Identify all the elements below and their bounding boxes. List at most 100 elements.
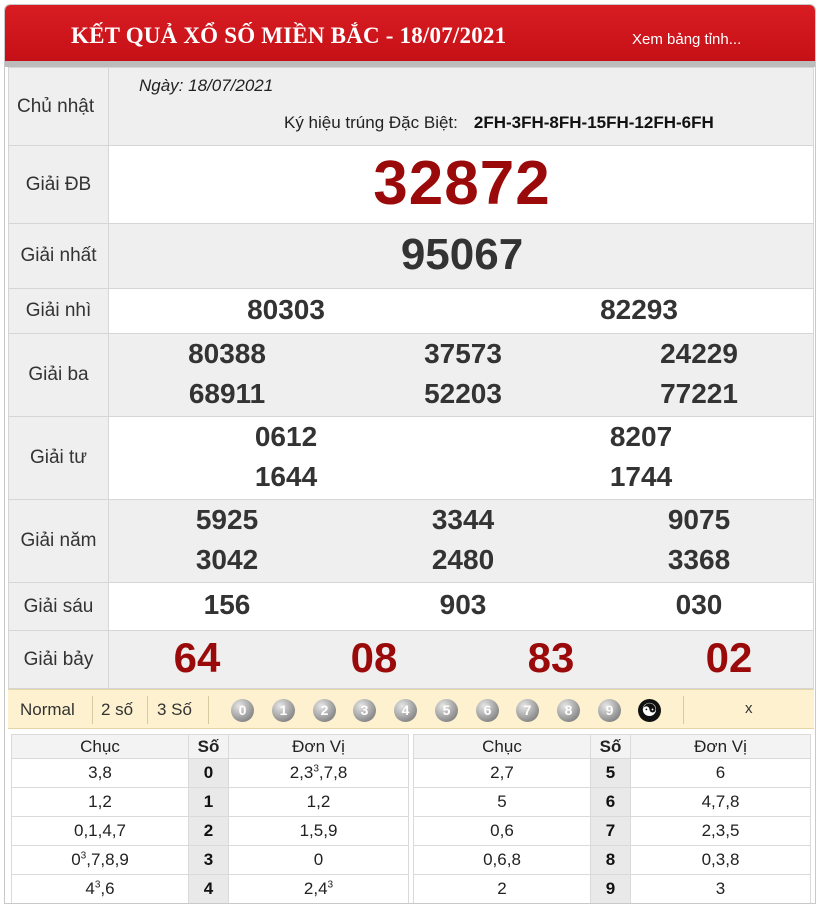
view-province-link[interactable]: Xem bảng tỉnh... (632, 31, 741, 48)
prize-label-6: Giải sáu (8, 582, 109, 631)
loto-donvi-cell: 4,7,8 (630, 787, 811, 817)
prize-number-6b: 903 (439, 589, 487, 620)
prize-values-4: 0612 8207 1644 1744 (108, 416, 814, 500)
prize-values-6: 156 903 030 (108, 582, 814, 631)
filter-normal[interactable]: Normal (20, 700, 75, 720)
prize-number-5c: 9075 (667, 504, 731, 535)
loto-so-cell: 8 (590, 845, 631, 875)
digit-ball-2[interactable]: 2 (313, 699, 336, 722)
prize-number-3b: 37573 (424, 338, 502, 369)
prize-row-4: Giải tư 0612 8207 1644 1744 (8, 416, 814, 500)
loto-header-donvi: Đơn Vị (630, 734, 811, 759)
prize-row-2: Giải nhì 80303 82293 (8, 288, 814, 334)
loto-chuc-cell: 0,1,4,7 (11, 816, 189, 846)
loto-header-chuc: Chục (413, 734, 591, 759)
prize-label-7: Giải bảy (8, 630, 109, 689)
prize-number-3a: 80388 (188, 338, 266, 369)
loto-chuc-cell: 3,8 (11, 758, 189, 788)
prize-number-1: 95067 (400, 230, 524, 279)
loto-chuc-cell: 2,7 (413, 758, 591, 788)
digit-ball-0[interactable]: 0 (231, 699, 254, 722)
count-superscript: 3 (80, 850, 87, 862)
digit-ball-3[interactable]: 3 (353, 699, 376, 722)
filter-divider (92, 696, 93, 724)
close-icon[interactable]: x (745, 700, 753, 717)
prize-label-2: Giải nhì (8, 288, 109, 334)
loto-right-body: 2,7 5 6 5 6 4,7,8 0,6 7 2,3,5 0,6,8 8 0,3,8 2 9 3 (413, 758, 811, 903)
digit-ball-4[interactable]: 4 (394, 699, 417, 722)
yin-yang-icon[interactable]: ☯ (638, 699, 661, 722)
prize-number-4d: 1744 (609, 461, 673, 492)
prize-number-4c: 1644 (254, 461, 318, 492)
loto-header-so: Số (590, 734, 631, 759)
loto-row: 43,6 4 2,43 (11, 874, 409, 903)
prize-label-3: Giải ba (8, 333, 109, 417)
prize-values-5: 5925 3344 9075 3042 2480 3368 (108, 499, 814, 583)
filter-3-so[interactable]: 3 Số (157, 700, 192, 720)
prize-number-7a: 64 (173, 634, 221, 681)
prize-row-3: Giải ba 80388 37573 24229 68911 52203 77… (8, 333, 814, 417)
loto-chuc-cell: 0,6,8 (413, 845, 591, 875)
filter-divider (208, 696, 209, 724)
filter-divider (683, 696, 684, 724)
loto-donvi-cell: 6 (630, 758, 811, 788)
digit-ball-7[interactable]: 7 (516, 699, 539, 722)
info-cell: Ngày: 18/07/2021 Ký hiệu trúng Đặc Biệt:… (108, 67, 814, 146)
digit-ball-9[interactable]: 9 (598, 699, 621, 722)
loto-row: 2,7 5 6 (413, 758, 811, 788)
prize-number-7c: 83 (527, 634, 575, 681)
prize-values-3: 80388 37573 24229 68911 52203 77221 (108, 333, 814, 417)
prize-label-4: Giải tư (8, 416, 109, 500)
digit-ball-5[interactable]: 5 (435, 699, 458, 722)
loto-donvi-cell: 2,3,5 (630, 816, 811, 846)
loto-so-cell: 4 (188, 874, 229, 903)
prize-values-1: 95067 (108, 223, 814, 289)
prize-number-db: 32872 (373, 149, 551, 218)
loto-row: 0,6,8 8 0,3,8 (413, 845, 811, 875)
loto-header-row: Chục Số Đơn Vị (11, 734, 409, 759)
prize-number-4a: 0612 (254, 421, 318, 452)
special-code-label: Ký hiệu trúng Đặc Biệt: (284, 113, 458, 132)
loto-header-row: Chục Số Đơn Vị (413, 734, 811, 759)
prize-number-6c: 030 (675, 589, 723, 620)
loto-header-donvi: Đơn Vị (228, 734, 409, 759)
loto-donvi-cell: 2,33,7,8 (228, 758, 409, 788)
digit-ball-6[interactable]: 6 (476, 699, 499, 722)
prize-number-7d: 02 (705, 634, 753, 681)
special-code-value: 2FH-3FH-8FH-15FH-12FH-6FH (473, 113, 714, 132)
loto-donvi-cell: 0,3,8 (630, 845, 811, 875)
loto-chuc-cell: 2 (413, 874, 591, 903)
prize-number-5e: 2480 (431, 544, 495, 575)
loto-header-so: Số (188, 734, 229, 759)
filter-2-so[interactable]: 2 số (101, 700, 133, 720)
loto-header-chuc: Chục (11, 734, 189, 759)
digit-ball-8[interactable]: 8 (557, 699, 580, 722)
loto-so-cell: 6 (590, 787, 631, 817)
prize-values-7: 64 08 83 02 (108, 630, 814, 689)
prize-row-db: Giải ĐB 32872 (8, 145, 814, 224)
loto-donvi-cell: 1,2 (228, 787, 409, 817)
digit-filter-bar: Normal 2 số 3 Số 0 1 2 3 4 5 6 7 8 9 ☯ x (8, 689, 814, 729)
info-row: Chủ nhật Ngày: 18/07/2021 Ký hiệu trúng … (8, 67, 814, 146)
loto-chuc-cell: 1,2 (11, 787, 189, 817)
prize-number-3d: 68911 (188, 378, 266, 409)
loto-left-body: 3,8 0 2,33,7,8 1,2 1 1,2 0,1,4,7 2 1,5,9 03,7,8,9… (11, 758, 409, 903)
prize-number-6a: 156 (203, 589, 251, 620)
loto-chuc-cell: 03,7,8,9 (11, 845, 189, 875)
loto-chuc-cell: 43,6 (11, 874, 189, 903)
loto-row: 03,7,8,9 3 0 (11, 845, 409, 875)
loto-row: 0,1,4,7 2 1,5,9 (11, 816, 409, 846)
count-superscript: 3 (313, 763, 319, 775)
loto-chuc-cell: 0,6 (413, 816, 591, 846)
loto-donvi-cell: 2,43 (228, 874, 409, 903)
digit-ball-1[interactable]: 1 (272, 699, 295, 722)
loto-row: 293 (413, 874, 811, 903)
loto-donvi-cell: 0 (228, 845, 409, 875)
prize-number-5b: 3344 (431, 504, 495, 535)
prize-values-2: 80303 82293 (108, 288, 814, 334)
loto-donvi-cell: 1,5,9 (228, 816, 409, 846)
loto-so-cell: 5 (590, 758, 631, 788)
loto-so-cell: 1 (188, 787, 229, 817)
prize-number-3e: 52203 (424, 378, 502, 409)
loto-so-cell: 7 (590, 816, 631, 846)
